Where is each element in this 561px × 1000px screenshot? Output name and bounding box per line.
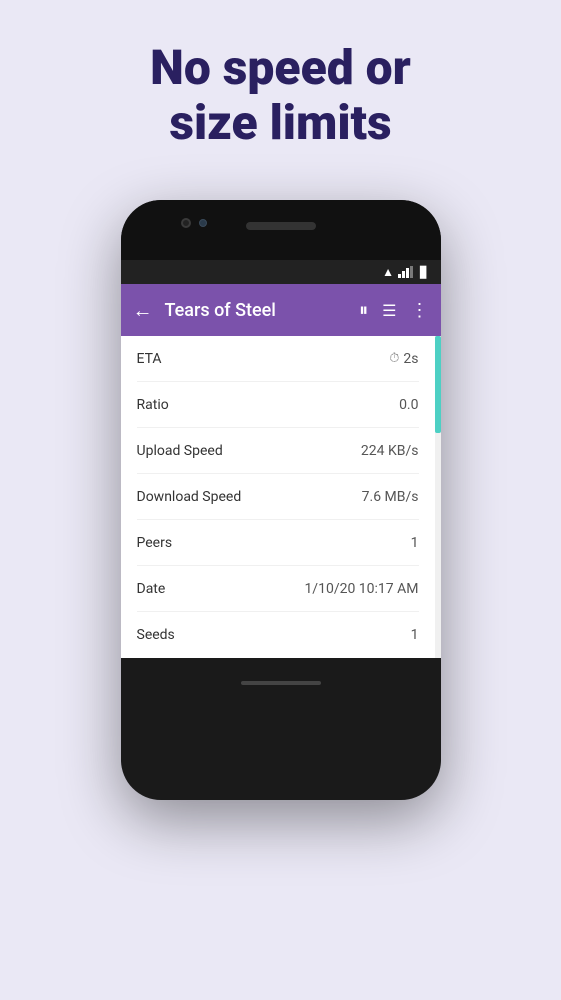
battery-icon: ▊ (420, 266, 428, 279)
camera-right (199, 219, 207, 227)
table-row: Date 1/10/20 10:17 AM (137, 566, 419, 612)
signal-bar-1 (398, 274, 401, 278)
table-row: Peers 1 (137, 520, 419, 566)
signal-bar-2 (402, 271, 405, 278)
table-row: Seeds 1 (137, 612, 419, 658)
phone-mockup: ▲ ▊ ← Tears of Steel ⏸ ☰ ⋮ (121, 200, 441, 800)
row-label: Ratio (137, 397, 169, 413)
app-bar: ← Tears of Steel ⏸ ☰ ⋮ (121, 284, 441, 336)
table-row: ETA ⏱2s (137, 336, 419, 382)
camera-left (181, 218, 191, 228)
progress-bar-container (435, 336, 441, 658)
row-label: Upload Speed (137, 443, 223, 459)
page-headline: No speed or size limits (110, 40, 451, 150)
data-table: ETA ⏱2s Ratio 0.0 Upload Speed 224 KB/s Downlo… (121, 336, 435, 658)
app-bar-title: Tears of Steel (165, 300, 348, 321)
progress-bar-fill (435, 336, 441, 433)
headline-line2: size limits (169, 94, 391, 151)
clock-icon: ⏱ (389, 351, 399, 366)
signal-bar-3 (406, 268, 409, 278)
app-bar-actions: ⏸ ☰ ⋮ (359, 300, 428, 321)
row-value: 0.0 (399, 397, 418, 413)
row-value: 1 (411, 627, 419, 643)
row-value: 1 (411, 535, 419, 551)
row-value: 224 KB/s (361, 443, 419, 459)
row-label: Seeds (137, 627, 175, 643)
table-row: Download Speed 7.6 MB/s (137, 474, 419, 520)
speaker (246, 222, 316, 230)
row-label: Download Speed (137, 489, 242, 505)
status-bar: ▲ ▊ (121, 260, 441, 284)
list-button[interactable]: ☰ (382, 301, 396, 320)
row-label: Date (137, 581, 166, 597)
more-button[interactable]: ⋮ (411, 300, 429, 321)
screen-content: ETA ⏱2s Ratio 0.0 Upload Speed 224 KB/s Downlo… (121, 336, 441, 658)
row-label: Peers (137, 535, 173, 551)
phone-top-bar (121, 200, 441, 260)
headline-line1: No speed or (150, 39, 411, 96)
table-row: Upload Speed 224 KB/s (137, 428, 419, 474)
signal-icon (398, 266, 413, 278)
row-value: 7.6 MB/s (362, 489, 419, 505)
signal-bar-4 (410, 266, 413, 278)
row-label: ETA (137, 351, 162, 367)
phone-bottom (121, 658, 441, 708)
home-indicator (241, 681, 321, 685)
wifi-icon: ▲ (382, 265, 394, 279)
row-value: ⏱2s (389, 351, 418, 367)
phone-outer: ▲ ▊ ← Tears of Steel ⏸ ☰ ⋮ (121, 200, 441, 800)
row-value: 1/10/20 10:17 AM (304, 581, 418, 597)
table-row: Ratio 0.0 (137, 382, 419, 428)
pause-button[interactable]: ⏸ (359, 300, 368, 321)
back-button[interactable]: ← (133, 298, 153, 323)
